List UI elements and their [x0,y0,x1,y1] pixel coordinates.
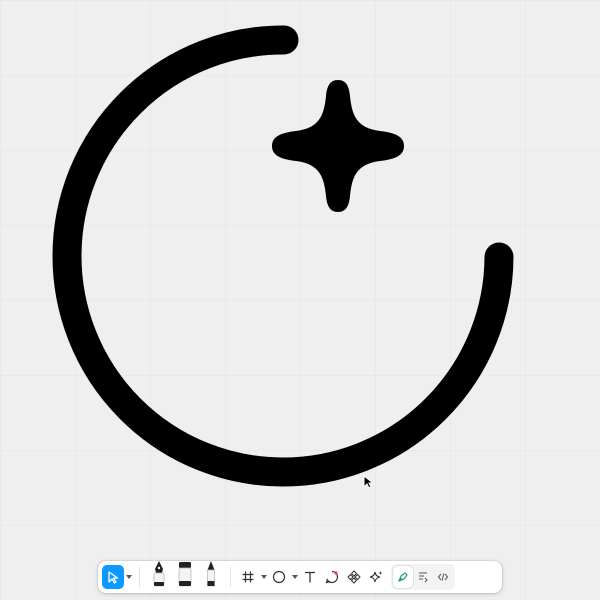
text-tool-button[interactable] [299,565,321,589]
chevron-down-icon [260,575,267,579]
pencil-tool-button[interactable] [198,559,224,589]
chevron-down-icon [125,575,132,579]
component-tool-button[interactable] [343,565,365,589]
shape-tool-button[interactable] [268,565,290,589]
comment-bubble-icon [325,570,339,584]
fountain-pen-icon [153,561,165,587]
prototype-mode-button[interactable] [413,566,433,588]
code-brackets-icon [437,573,449,581]
design-mode-button[interactable] [393,566,413,588]
frame-tool-button[interactable] [237,565,259,589]
marker-icon [178,562,192,587]
open-circle-arc[interactable] [52,25,514,487]
marker-tool-button[interactable] [172,559,198,589]
frame-hash-icon [242,571,254,583]
cursor-arrow-icon [108,571,119,584]
component-diamond-icon [347,570,361,584]
four-point-sparkle[interactable] [272,80,404,212]
artwork [52,25,514,487]
bottom-toolbar [98,561,502,593]
text-T-icon [305,571,315,583]
dev-mode-button[interactable] [433,566,453,588]
pencil-icon [207,561,215,587]
toolbar-divider [230,567,231,587]
move-tool-button[interactable] [102,565,124,589]
toolbar-divider [139,567,140,587]
mouse-cursor-icon [363,475,375,489]
chevron-down-icon [291,575,298,579]
mode-switcher [391,564,455,590]
ai-tool-button[interactable] [365,565,387,589]
pen-tool-button[interactable] [146,559,172,589]
move-tool-dropdown[interactable] [124,565,133,589]
frame-tool-dropdown[interactable] [259,565,268,589]
ellipse-icon [272,570,286,584]
comment-tool-button[interactable] [321,565,343,589]
prototype-icon [419,572,428,583]
design-pen-icon [398,572,408,582]
shape-tool-dropdown[interactable] [290,565,299,589]
sparkle-icon [369,571,383,583]
